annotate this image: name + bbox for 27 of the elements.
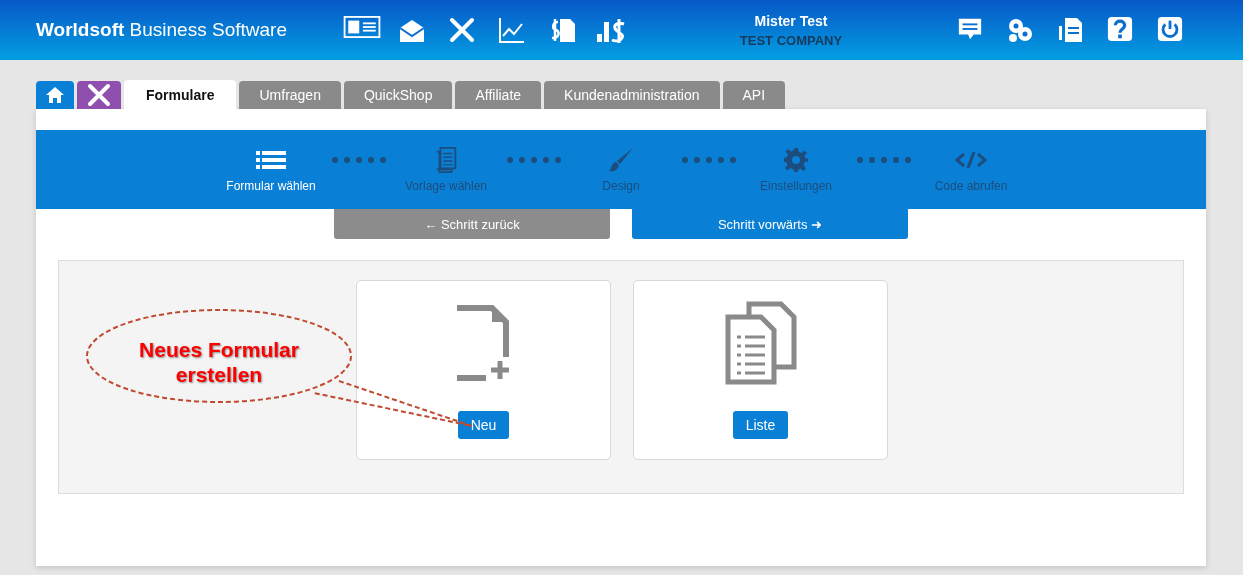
documents-icon [724,301,797,385]
user-name: Mister Test [753,12,829,29]
wizard-step[interactable]: Einstellungen [741,130,851,193]
tab[interactable]: QuickShop [343,81,453,109]
tab[interactable]: API [722,81,786,109]
tab[interactable]: Formulare [124,80,237,109]
brush-icon [608,147,634,173]
back-button[interactable]: ← Schritt zurück [334,209,610,239]
home-icon [45,85,65,105]
wizard-step[interactable]: Vorlage wählen [391,130,501,193]
next-button[interactable]: Schritt vorwärts ➜ [632,209,908,239]
company-name: TEST COMPANY [738,32,844,48]
callout-text: Neues Formular erstellen [138,337,300,387]
list-button[interactable]: Liste [732,411,789,439]
brand-title: Worldsoft Business Software [36,19,288,41]
home-tab[interactable] [36,81,74,109]
documents-icon [435,147,457,173]
tab[interactable]: Kundenadministration [544,81,720,109]
tab[interactable]: Umfragen [239,81,341,109]
tab[interactable]: Affiliate [455,81,542,109]
tools-tab[interactable] [77,81,121,109]
wizard-step[interactable]: Code abrufen [916,130,1026,193]
new-button[interactable]: Neu [457,411,510,439]
wizard-step[interactable]: Formular wählen [216,130,326,193]
contact-card-icon[interactable] [342,16,382,38]
wizard-step[interactable]: Design [566,130,676,193]
gear-icon [783,147,809,173]
